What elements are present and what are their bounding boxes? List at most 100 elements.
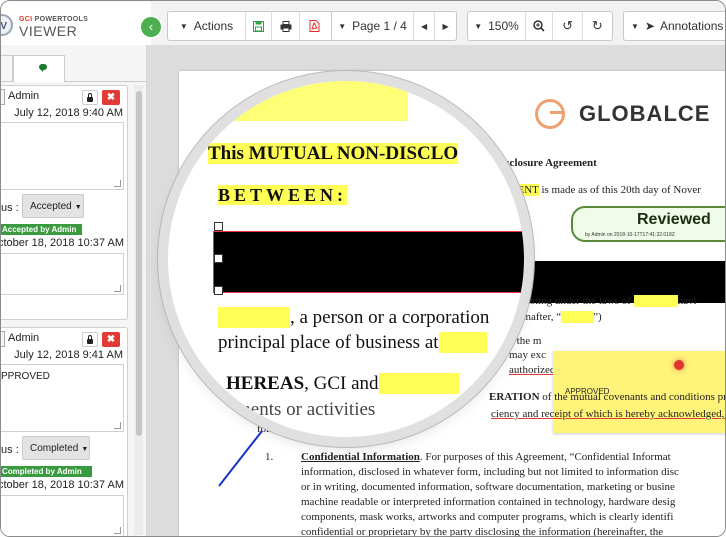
doc-line: Confidential Information. For purposes o… [301, 451, 671, 463]
triangle-right-icon: ▶ [442, 21, 449, 31]
comment-card: Admin ✖ July 12, 2018 9:40 AM tus : Acce… [0, 85, 128, 320]
toolbar: ▼ Actions ▼ Page 1 / 4 ◀ ▶ ▼ 150% ↺ ↻ ▼ … [151, 1, 725, 46]
save-icon [253, 20, 264, 32]
caret-down-icon: ▼ [74, 204, 82, 211]
file-actions-group: ▼ Actions [167, 11, 355, 41]
lock-button[interactable] [82, 90, 98, 105]
magnified-redaction [213, 231, 524, 293]
status-date: ctober 18, 2018 10:37 AM [0, 237, 124, 249]
page-label: Page 1 / 4 [352, 19, 407, 33]
rotate-left-icon: ↺ [562, 18, 574, 33]
print-button[interactable] [272, 12, 300, 40]
status-label: tus : [0, 202, 19, 214]
doc-line: may exc [509, 349, 546, 361]
lock-button[interactable] [82, 332, 98, 347]
logo-area: V GCI POWERTOOLS VIEWER [1, 1, 151, 46]
status-value: Accepted [30, 201, 72, 212]
export-pdf-button[interactable] [300, 12, 328, 40]
pointer-icon: ➤ [644, 19, 655, 33]
actions-label: Actions [193, 19, 234, 33]
rotate-right-icon: ↻ [591, 18, 603, 33]
magnified-line: , a person or a corporation [218, 307, 489, 329]
resize-grip-icon[interactable] [114, 285, 121, 292]
previous-page-button[interactable]: ◀ [414, 12, 436, 40]
doc-line: e the m [509, 335, 542, 347]
status-badge: Accepted by Admin [1, 224, 82, 235]
reply-textarea[interactable] [1, 253, 124, 295]
fit-zoom-button[interactable] [526, 12, 554, 40]
resize-grip-icon[interactable] [114, 527, 121, 534]
delete-comment-button[interactable]: ✖ [102, 90, 120, 105]
panel-scroll-thumb[interactable] [136, 91, 142, 436]
doc-line: ERATION of the mutual covenants and cond… [489, 391, 726, 403]
zoom-fit-icon [533, 20, 545, 32]
comment-date: July 12, 2018 9:40 AM [14, 107, 123, 119]
annotations-menu-button[interactable]: ▼ ➤ Annotations [624, 12, 725, 40]
doc-line: EMENT is made as of this 20th day of Nov… [501, 184, 701, 196]
stamp-subtitle: by Admin on 2018-10-17T17:41:32.018Z [585, 232, 675, 238]
zoom-select[interactable]: ▼ 150% [468, 12, 526, 40]
next-page-button[interactable]: ▶ [435, 12, 456, 40]
status-date: ctober 18, 2018 10:37 AM [0, 479, 124, 491]
caret-down-icon: ▼ [338, 21, 347, 31]
zoom-rotate-group: ▼ 150% ↺ ↻ [467, 11, 613, 41]
caret-down-icon: ▼ [631, 21, 639, 31]
logo-text: GLOBALCE [579, 101, 711, 126]
resize-grip-icon[interactable] [114, 180, 121, 187]
page-select[interactable]: ▼ Page 1 / 4 [332, 12, 414, 40]
status-select[interactable]: Completed ▼ [22, 436, 90, 460]
collapse-panel-button[interactable]: ‹ [141, 17, 161, 37]
caret-down-icon: ▼ [179, 21, 188, 31]
rotate-right-button[interactable]: ↻ [583, 12, 612, 40]
magnified-line: principal place of business at [218, 332, 487, 354]
user-checkbox[interactable] [1, 331, 5, 347]
resize-grip-icon[interactable] [114, 422, 121, 429]
pdf-icon [309, 20, 319, 32]
annotations-label: Annotations [659, 19, 724, 33]
highlight-annotation [228, 81, 408, 121]
annotations-group: ▼ ➤ Annotations [623, 11, 725, 41]
chevron-left-icon: ‹ [148, 19, 154, 34]
status-badge: Completed by Admin [1, 466, 92, 477]
triangle-left-icon: ◀ [421, 21, 428, 31]
resize-handle[interactable] [214, 286, 223, 295]
comment-textarea[interactable]: PPROVED [1, 364, 124, 432]
magnifier-lens[interactable]: This MUTUAL NON-DISCLO BETWEEN: , a pers… [168, 81, 524, 437]
doc-line: information, disclosed in whatever form,… [301, 466, 679, 478]
save-button[interactable] [246, 12, 272, 40]
viewer-window: V GCI POWERTOOLS VIEWER ‹ ▼ Actions ▼ Page… [0, 0, 726, 537]
resize-handle[interactable] [214, 254, 223, 263]
g-logo-icon [535, 99, 565, 129]
comment-author: Admin [8, 90, 40, 102]
reply-textarea[interactable] [1, 495, 124, 536]
comment-textarea[interactable] [1, 122, 124, 190]
reviewed-stamp[interactable]: Reviewed by Admin on 2018-10-17T17:41:32… [571, 206, 725, 242]
comment-text: PPROVED [1, 371, 50, 382]
close-icon: ✖ [106, 334, 116, 345]
panel-tabs [1, 55, 146, 82]
actions-menu-button[interactable]: ▼ Actions [168, 12, 246, 40]
comment-author: Admin [8, 332, 40, 344]
brand-powertools: GCI POWERTOOLS [19, 16, 89, 23]
tab-comments[interactable] [13, 55, 65, 82]
zoom-label: 150% [488, 19, 519, 33]
magnified-line: HEREAS, GCI and [226, 373, 459, 395]
rotate-left-button[interactable]: ↺ [553, 12, 583, 40]
user-checkbox[interactable] [1, 89, 5, 105]
comments-panel: Admin ✖ July 12, 2018 9:40 AM tus : Acce… [0, 45, 147, 536]
tab-pages[interactable] [1, 55, 13, 81]
list-number: 1. [265, 451, 274, 463]
doc-line: ereinafter, “”) [509, 311, 602, 323]
status-value: Completed [30, 443, 79, 454]
close-icon: ✖ [106, 92, 116, 103]
brand-name: VIEWER [19, 23, 78, 39]
delete-comment-button[interactable]: ✖ [102, 332, 120, 347]
pin-marker-icon[interactable] [674, 360, 684, 370]
arrow-annotation[interactable] [218, 430, 263, 487]
page-navigation-group: ▼ Page 1 / 4 ◀ ▶ [331, 11, 457, 41]
magnified-between: BETWEEN: [218, 185, 348, 205]
magnified-line: ments or activities [236, 399, 376, 420]
status-select[interactable]: Accepted ▼ [22, 194, 84, 218]
resize-handle[interactable] [214, 222, 223, 231]
doc-line: components, mask works, artworks and com… [301, 511, 674, 523]
